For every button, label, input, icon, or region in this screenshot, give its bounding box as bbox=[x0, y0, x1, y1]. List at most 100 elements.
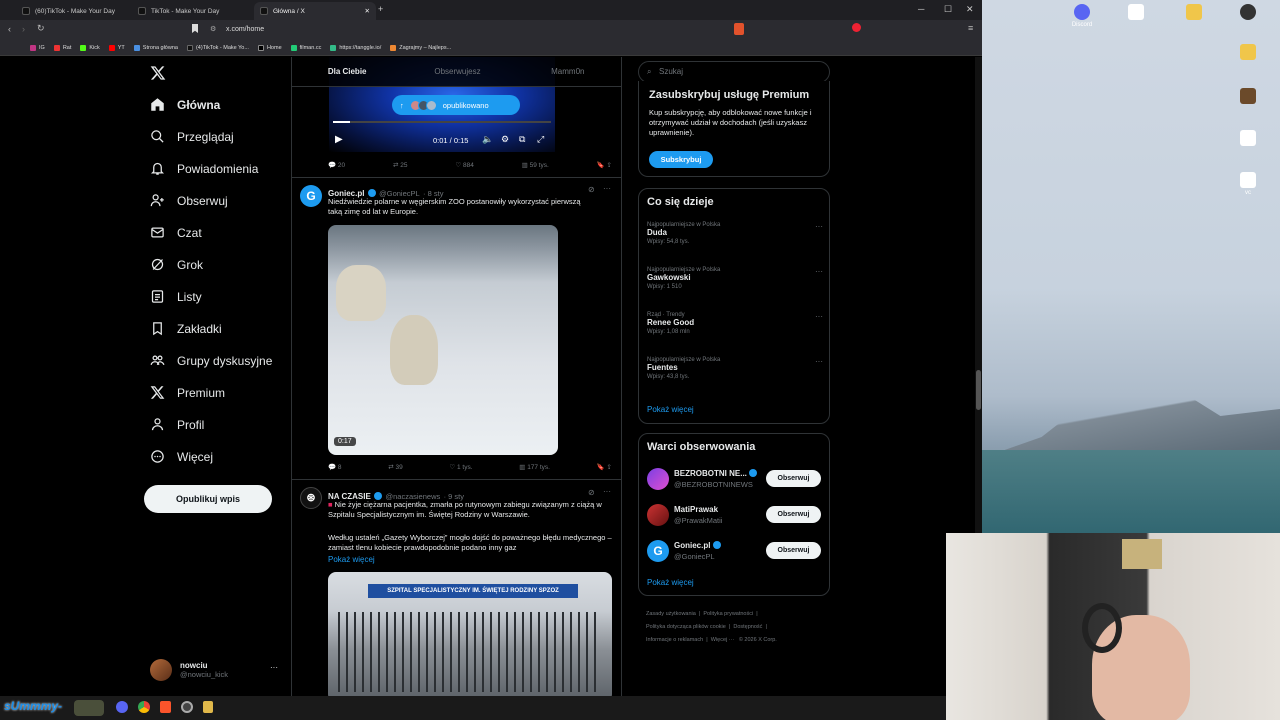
forward-icon[interactable]: › bbox=[22, 24, 25, 34]
brave-taskbar-icon[interactable] bbox=[160, 701, 171, 713]
new-tab-button[interactable]: + bbox=[378, 4, 383, 14]
back-icon[interactable]: ‹ bbox=[8, 24, 11, 34]
follow-suggestion[interactable]: BEZROBOTNI NE... @BEZROBOTNINEWS Obserwu… bbox=[639, 466, 829, 492]
desktop-icon[interactable] bbox=[1168, 4, 1220, 22]
sidebar-item-explore[interactable]: Przeglądaj bbox=[150, 129, 234, 144]
views-button[interactable]: ▥ 177 tys. bbox=[519, 463, 550, 471]
fullscreen-icon[interactable]: ⤢ bbox=[537, 134, 544, 145]
footer-link[interactable]: Informacje o reklamach bbox=[646, 637, 703, 643]
sidebar-item-home[interactable]: Główna bbox=[150, 97, 220, 112]
bookmark-yt[interactable]: YT bbox=[108, 44, 125, 51]
trend-more-icon[interactable]: ··· bbox=[815, 357, 823, 366]
sidebar-item-follow[interactable]: Obserwuj bbox=[150, 193, 228, 208]
account-switcher[interactable]: nowciu @nowciu_kick ··· bbox=[150, 659, 278, 681]
sidebar-item-notifications[interactable]: Powiadomienia bbox=[150, 161, 258, 176]
goniec-avatar[interactable]: G bbox=[300, 185, 322, 207]
like-button[interactable]: ♡ 1 tys. bbox=[449, 463, 472, 471]
footer-link[interactable]: Dostępność bbox=[733, 624, 762, 630]
desktop-icon[interactable] bbox=[1222, 4, 1274, 22]
footer-link[interactable]: Więcej ··· bbox=[711, 637, 735, 643]
desktop-icon[interactable] bbox=[1110, 4, 1162, 22]
desktop-icon[interactable]: vc bbox=[1222, 172, 1274, 196]
follow-button[interactable]: Obserwuj bbox=[766, 470, 821, 487]
discord-taskbar-icon[interactable] bbox=[116, 701, 128, 713]
sidebar-item-profile[interactable]: Profil bbox=[150, 417, 204, 432]
menu-icon[interactable]: ≡ bbox=[968, 23, 973, 33]
bookmark-share-group[interactable]: 🔖 ⇪ bbox=[597, 161, 612, 169]
new-posts-pill[interactable]: ↑ opublikowano bbox=[392, 95, 520, 115]
naczasie-avatar[interactable]: ⊛ bbox=[300, 487, 322, 509]
footer-link[interactable]: Polityka dotycząca plików cookie bbox=[646, 624, 726, 630]
pip-icon[interactable]: ⧉ bbox=[519, 134, 525, 145]
bookmark-filman[interactable]: filman.cc bbox=[290, 44, 321, 51]
desktop-icon-discord[interactable]: Discord bbox=[1056, 4, 1108, 28]
repost-button[interactable]: ⇄ 39 bbox=[388, 463, 403, 471]
url-field[interactable]: x.com/home bbox=[202, 23, 672, 37]
bookmark-share-group[interactable]: 🔖 ⇪ bbox=[597, 463, 612, 471]
tab-mammon[interactable]: Mamm0n bbox=[513, 57, 621, 86]
footer-link[interactable]: Polityka prywatności bbox=[703, 611, 753, 617]
tab-following[interactable]: Obserwujesz bbox=[402, 57, 512, 86]
trend-more-icon[interactable]: ··· bbox=[815, 312, 823, 321]
sidebar-item-more[interactable]: Więcej bbox=[150, 449, 213, 464]
trend-more-icon[interactable]: ··· bbox=[815, 222, 823, 231]
obs-taskbar-icon[interactable] bbox=[181, 701, 193, 713]
follow-button[interactable]: Obserwuj bbox=[766, 542, 821, 559]
sidebar-item-premium[interactable]: Premium bbox=[150, 385, 225, 400]
sidebar-item-communities[interactable]: Grupy dyskusyjne bbox=[150, 353, 272, 368]
bookmark-page-icon[interactable] bbox=[192, 24, 198, 33]
follow-button[interactable]: Obserwuj bbox=[766, 506, 821, 523]
show-more-link[interactable]: Pokaż więcej bbox=[328, 555, 375, 564]
volume-icon[interactable]: 🔈 bbox=[482, 134, 493, 145]
desktop-icon[interactable] bbox=[1222, 130, 1274, 148]
footer-link[interactable]: Zasady użytkowania bbox=[646, 611, 696, 617]
bookmark-home[interactable]: Strona główna bbox=[133, 44, 178, 51]
play-icon[interactable]: ▶ bbox=[335, 134, 343, 145]
minimize-icon[interactable]: ─ bbox=[918, 4, 924, 14]
x-logo-icon[interactable] bbox=[150, 65, 166, 81]
reply-button[interactable]: 💬 20 bbox=[328, 161, 345, 169]
like-button[interactable]: ♡ 884 bbox=[455, 161, 474, 169]
views-button[interactable]: ▥ 59 tys. bbox=[522, 161, 549, 169]
trend-more-icon[interactable]: ··· bbox=[815, 267, 823, 276]
scrollbar-thumb[interactable] bbox=[976, 370, 981, 410]
follow-suggestion[interactable]: MatiPrawak @PrawakMatii Obserwuj bbox=[639, 502, 829, 528]
bookmark-ig[interactable]: IG bbox=[30, 44, 45, 51]
bookmark-kick[interactable]: Kick bbox=[80, 44, 100, 51]
subscribe-button[interactable]: Subskrybuj bbox=[649, 151, 713, 168]
search-input[interactable]: ⌕ Szukaj bbox=[638, 61, 830, 83]
trend-item[interactable]: Rząd · Trendy Renee Good Wpisy: 1,08 mln… bbox=[647, 312, 823, 350]
folder-taskbar-icon[interactable] bbox=[203, 701, 213, 713]
follow-suggestion[interactable]: G Goniec.pl @GoniecPL Obserwuj bbox=[639, 538, 829, 564]
sidebar-item-bookmarks[interactable]: Zakładki bbox=[150, 321, 222, 336]
trend-item[interactable]: Najpopularniejsze w Polska Duda Wpisy: 5… bbox=[647, 222, 823, 260]
close-tab-icon[interactable]: ✕ bbox=[365, 7, 370, 15]
extension-record-icon[interactable] bbox=[852, 23, 861, 32]
reply-button[interactable]: 💬 8 bbox=[328, 463, 342, 471]
browser-tab-active[interactable]: Główna / X ✕ bbox=[254, 2, 376, 20]
tab-for-you[interactable]: Dla Ciebie bbox=[292, 57, 402, 86]
trends-show-more[interactable]: Pokaż więcej bbox=[647, 405, 694, 414]
close-window-icon[interactable]: ✕ bbox=[966, 4, 974, 15]
post-more-icon[interactable]: ··· bbox=[603, 487, 611, 496]
grok-icon[interactable]: ⊘ bbox=[588, 488, 595, 497]
site-info-icon[interactable]: ⚙ bbox=[210, 25, 216, 33]
reload-icon[interactable]: ↻ bbox=[37, 23, 45, 34]
video-progress-track[interactable] bbox=[333, 121, 551, 123]
chrome-taskbar-icon[interactable] bbox=[138, 701, 150, 713]
account-more-icon[interactable]: ··· bbox=[270, 663, 278, 672]
bookmark-rat[interactable]: Rat bbox=[53, 44, 71, 51]
settings-icon[interactable]: ⚙ bbox=[501, 134, 509, 145]
post-more-icon[interactable]: ··· bbox=[603, 184, 611, 193]
repost-button[interactable]: ⇄ 25 bbox=[393, 161, 408, 169]
sidebar-item-grok[interactable]: Grok bbox=[150, 257, 203, 272]
desktop-icon[interactable] bbox=[1222, 88, 1274, 106]
post-button[interactable]: Opublikuj wpis bbox=[144, 485, 272, 513]
bookmark-tiktok[interactable]: (4)TikTok - Make Yo... bbox=[186, 44, 249, 51]
sidebar-item-chat[interactable]: Czat bbox=[150, 225, 202, 240]
trend-item[interactable]: Najpopularniejsze w Polska Gawkowski Wpi… bbox=[647, 267, 823, 305]
bookmark-tanggle[interactable]: https://tanggle.io/ bbox=[330, 44, 381, 51]
sidebar-item-lists[interactable]: Listy bbox=[150, 289, 202, 304]
post-video[interactable]: 0:17 bbox=[328, 225, 558, 455]
browser-tab[interactable]: TikTok - Make Your Day bbox=[132, 2, 254, 20]
